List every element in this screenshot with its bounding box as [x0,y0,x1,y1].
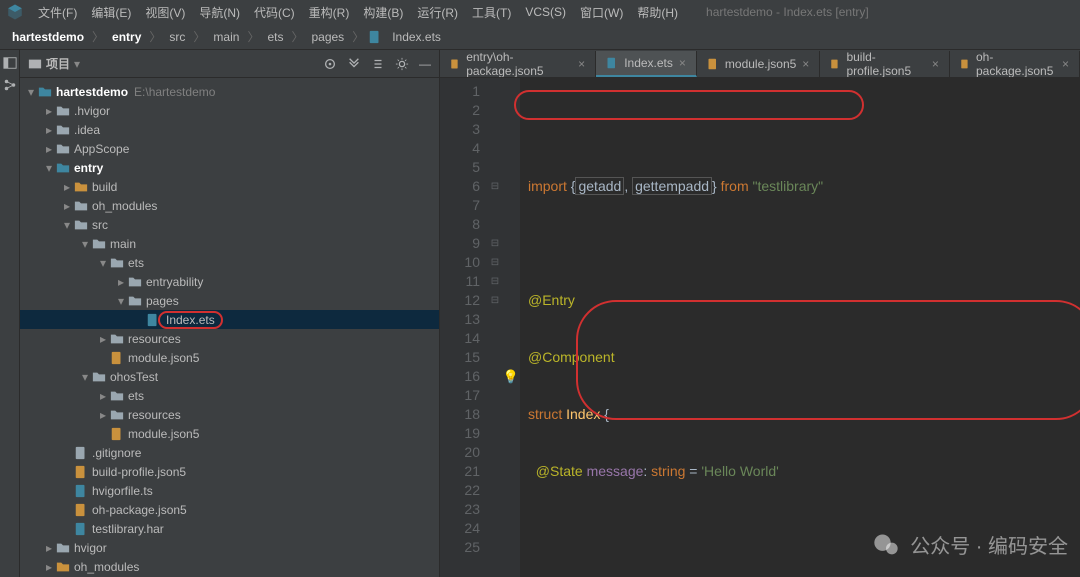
menu-view[interactable]: 视图(V) [139,2,191,23]
tree-item[interactable]: oh-package.json5 [20,500,439,519]
gear-icon[interactable] [395,57,409,71]
crumb[interactable]: src [165,28,189,46]
tree-item[interactable]: ▸oh_modules [20,557,439,576]
close-icon[interactable]: × [1062,57,1069,71]
structure-tool-icon[interactable] [3,78,17,92]
editor-tab[interactable]: oh-package.json5× [950,51,1080,77]
project-icon [28,57,42,71]
tree-item[interactable]: ▸.idea [20,120,439,139]
line-numbers: 1234567891011121314151617181920212223242… [440,78,488,577]
tree-item[interactable]: ▸resources [20,405,439,424]
hide-button[interactable]: — [419,57,431,71]
json-icon [450,58,460,70]
json-icon [830,58,840,70]
editor-tab[interactable]: build-profile.json5× [820,51,950,77]
menu-file[interactable]: 文件(F) [32,2,83,23]
json-icon [707,58,719,70]
tree-item[interactable]: ▾ohosTest [20,367,439,386]
sidebar-header: 项目 ▾ — [20,50,439,78]
menu-build[interactable]: 构建(B) [357,2,409,23]
menu-code[interactable]: 代码(C) [248,2,301,23]
menu-edit[interactable]: 编辑(E) [85,2,137,23]
close-icon[interactable]: × [679,56,686,70]
close-icon[interactable]: × [802,57,809,71]
menu-refactor[interactable]: 重构(R) [303,2,356,23]
menu-help[interactable]: 帮助(H) [631,2,684,23]
project-tree[interactable]: ▾hartestdemoE:\hartestdemo ▸.hvigor ▸.id… [20,78,439,577]
menu-window[interactable]: 窗口(W) [574,2,629,23]
app-logo-icon [6,3,24,21]
tree-item[interactable]: ▸AppScope [20,139,439,158]
collapse-icon[interactable] [371,57,385,71]
crumb[interactable]: pages [307,28,348,46]
tree-item[interactable]: .gitignore [20,443,439,462]
window-title: hartestdemo - Index.ets [entry] [706,5,869,19]
crumb[interactable]: entry [108,28,145,46]
tree-item[interactable]: ▾main [20,234,439,253]
json-icon [960,58,970,70]
highlighted-file: Index.ets [158,311,223,329]
bulb-icon[interactable]: 💡 [502,367,520,386]
editor: entry\oh-package.json5× Index.ets× modul… [440,50,1080,577]
tool-window-bar [0,50,20,577]
crumb-file[interactable]: Index.ets [388,28,445,46]
tree-item-selected[interactable]: Index.ets [20,310,439,329]
tree-item[interactable]: ▸hvigor [20,538,439,557]
editor-tab-active[interactable]: Index.ets× [596,51,697,77]
tree-item[interactable]: ▸ets [20,386,439,405]
tree-item[interactable]: ▸resources [20,329,439,348]
tree-item[interactable]: ▸entryability [20,272,439,291]
tree-item[interactable]: module.json5 [20,348,439,367]
editor-tab[interactable]: module.json5× [697,51,820,77]
file-icon [368,30,382,44]
tree-item[interactable]: hvigorfile.ts [20,481,439,500]
menu-navigate[interactable]: 导航(N) [193,2,246,23]
hint-gutter: 💡 [502,78,520,577]
tree-item[interactable]: ▸.hvigor [20,101,439,120]
ets-icon [606,57,618,69]
tree-item[interactable]: ▸oh_modules [20,196,439,215]
tree-item[interactable]: ▾pages [20,291,439,310]
tree-item[interactable]: ▸build [20,177,439,196]
editor-tabs: entry\oh-package.json5× Index.ets× modul… [440,50,1080,78]
tree-item[interactable]: module.json5 [20,424,439,443]
tree-root[interactable]: ▾hartestdemoE:\hartestdemo [20,82,439,101]
annotation-import [514,90,864,120]
crumb[interactable]: ets [263,28,287,46]
locate-icon[interactable] [323,57,337,71]
breadcrumb-bar: hartestdemo〉 entry〉 src〉 main〉 ets〉 page… [0,24,1080,50]
expand-icon[interactable] [347,57,361,71]
sidebar-title: 项目 [46,55,70,72]
tree-item[interactable]: ▾entry [20,158,439,177]
menu-tools[interactable]: 工具(T) [466,2,517,23]
menu-vcs[interactable]: VCS(S) [519,3,572,21]
main-area: 项目 ▾ — ▾hartestdemoE:\hartestdemo ▸.hvig… [0,50,1080,577]
menubar: 文件(F) 编辑(E) 视图(V) 导航(N) 代码(C) 重构(R) 构建(B… [0,0,1080,24]
project-tool-icon[interactable] [3,56,17,70]
sidebar-tools: — [323,57,431,71]
editor-tab[interactable]: entry\oh-package.json5× [440,51,596,77]
crumb[interactable]: main [209,28,243,46]
tree-item[interactable]: ▾ets [20,253,439,272]
code-area[interactable]: 1234567891011121314151617181920212223242… [440,78,1080,577]
tree-item[interactable]: testlibrary.har [20,519,439,538]
project-sidebar: 项目 ▾ — ▾hartestdemoE:\hartestdemo ▸.hvig… [20,50,440,577]
menu-run[interactable]: 运行(R) [411,2,464,23]
close-icon[interactable]: × [578,57,585,71]
crumb[interactable]: hartestdemo [8,28,88,46]
chevron-down-icon[interactable]: ▾ [74,57,80,71]
tree-item[interactable]: ▾src [20,215,439,234]
code-content[interactable]: import {getadd, gettempadd} from "testli… [520,78,1080,577]
close-icon[interactable]: × [932,57,939,71]
fold-gutter[interactable]: ⊟⊟⊟⊟⊟ [488,78,502,577]
tree-item[interactable]: build-profile.json5 [20,462,439,481]
